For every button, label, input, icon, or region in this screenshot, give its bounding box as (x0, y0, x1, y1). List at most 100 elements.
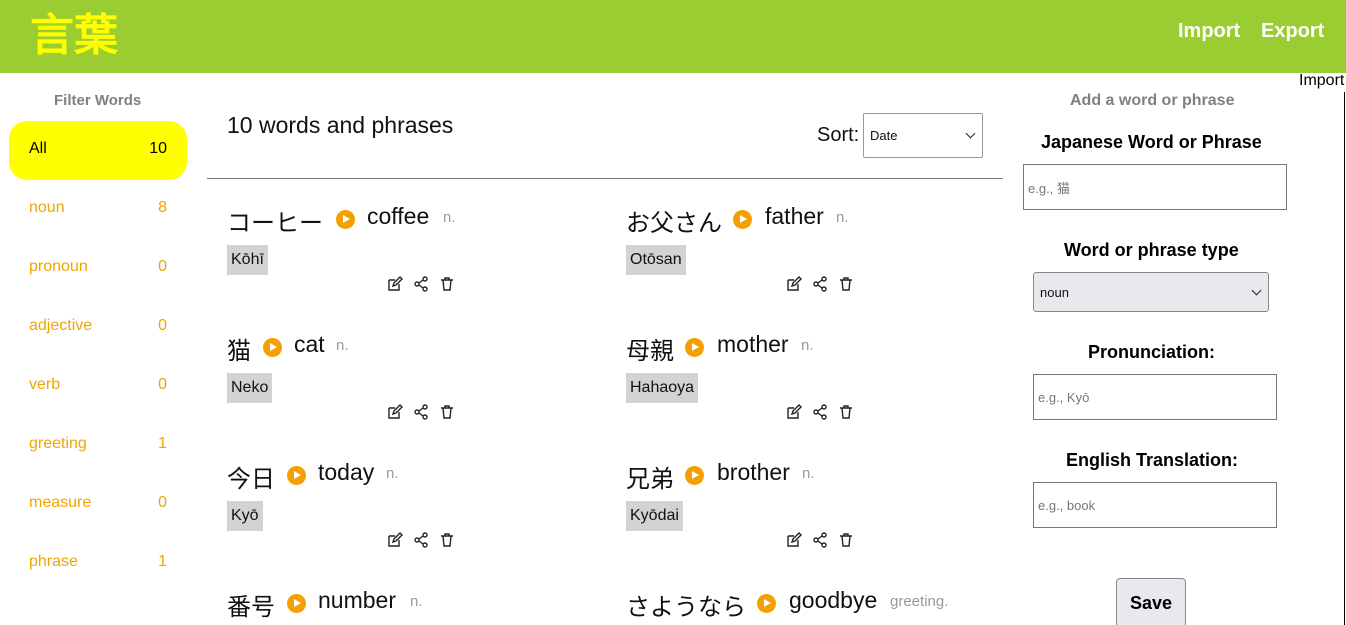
play-icon[interactable] (757, 594, 776, 613)
pronunciation-badge: Kyōdai (626, 501, 683, 531)
pronunciation-badge: Kōhī (227, 245, 268, 275)
word-card: 猫 cat n. Neko (227, 331, 617, 451)
play-icon[interactable] (263, 338, 282, 357)
filter-count: 10 (149, 140, 167, 157)
japanese-word: 兄弟 (626, 465, 674, 493)
trash-icon[interactable] (838, 532, 854, 548)
filter-item-greeting[interactable]: greeting 1 (9, 416, 187, 475)
word-type-label: Word or phrase type (1064, 240, 1239, 260)
edit-icon[interactable] (786, 276, 802, 292)
japanese-word-input[interactable]: e.g., 猫 (1023, 164, 1287, 210)
share-icon[interactable] (413, 404, 429, 420)
filter-title: Filter Words (54, 92, 142, 109)
trash-icon[interactable] (838, 404, 854, 420)
word-card: 母親 mother n. Hahaoya (626, 331, 1016, 451)
trash-icon[interactable] (439, 276, 455, 292)
filter-item-verb[interactable]: verb 0 (9, 357, 187, 416)
filter-label: adjective (29, 317, 93, 334)
pronunciation-input[interactable]: e.g., Kyō (1033, 374, 1277, 420)
japanese-word-label: Japanese Word or Phrase (1041, 132, 1262, 152)
edit-icon[interactable] (387, 404, 403, 420)
english-word: number (318, 587, 396, 613)
filter-item-adjective[interactable]: adjective 0 (9, 298, 187, 357)
filter-item-phrase[interactable]: phrase 1 (9, 534, 187, 593)
english-translation-input[interactable]: e.g., book (1033, 482, 1277, 528)
pronunciation-badge: Kyō (227, 501, 263, 531)
app-logo[interactable]: 言葉 (30, 10, 118, 62)
export-link[interactable]: Export (1261, 20, 1324, 43)
edit-icon[interactable] (786, 404, 802, 420)
edit-icon[interactable] (387, 276, 403, 292)
save-button[interactable]: Save (1116, 578, 1186, 625)
word-type-select[interactable]: noun (1033, 272, 1269, 312)
page-right-border (1344, 92, 1345, 625)
english-word: brother (717, 459, 790, 485)
word-type: n. (802, 465, 815, 482)
play-icon[interactable] (685, 466, 704, 485)
share-icon[interactable] (413, 276, 429, 292)
word-card: 今日 today n. Kyō (227, 459, 617, 579)
word-type: n. (443, 209, 456, 226)
word-type: greeting. (890, 593, 949, 610)
play-icon[interactable] (336, 210, 355, 229)
word-type: n. (386, 465, 399, 482)
app-header: 言葉 Import Export (0, 0, 1346, 73)
filter-count: 8 (158, 199, 167, 216)
english-word: today (318, 459, 375, 485)
word-type: n. (836, 209, 849, 226)
play-icon[interactable] (287, 594, 306, 613)
filter-count: 1 (158, 553, 167, 570)
filter-item-all[interactable]: All 10 (9, 121, 187, 180)
word-type: n. (410, 593, 423, 610)
card-actions (786, 404, 854, 420)
filter-count: 0 (158, 317, 167, 334)
import-text: Import (1299, 72, 1345, 89)
japanese-word: お父さん (626, 209, 722, 237)
trash-icon[interactable] (838, 276, 854, 292)
filter-label: noun (29, 199, 65, 216)
pronunciation-badge: Otōsan (626, 245, 686, 275)
english-word: cat (294, 331, 325, 357)
word-card: 兄弟 brother n. Kyōdai (626, 459, 1016, 579)
japanese-word: さようなら (626, 593, 746, 621)
card-actions (387, 404, 455, 420)
english-word: coffee (367, 203, 430, 229)
chevron-down-icon (965, 128, 976, 139)
english-word: father (765, 203, 824, 229)
card-actions (387, 276, 455, 292)
play-icon[interactable] (287, 466, 306, 485)
card-actions (387, 532, 455, 548)
pronunciation-label: Pronunciation: (1088, 342, 1215, 362)
play-icon[interactable] (733, 210, 752, 229)
card-actions (786, 276, 854, 292)
filter-item-noun[interactable]: noun 8 (9, 180, 187, 239)
share-icon[interactable] (812, 404, 828, 420)
filter-label: All (29, 140, 47, 157)
filter-label: verb (29, 376, 61, 393)
edit-icon[interactable] (387, 532, 403, 548)
japanese-word: 母親 (626, 337, 674, 365)
filter-count: 0 (158, 376, 167, 393)
word-card: さようなら goodbye greeting. (626, 587, 1016, 625)
filter-item-measure[interactable]: measure 0 (9, 475, 187, 534)
share-icon[interactable] (812, 532, 828, 548)
japanese-word: コーヒー (227, 209, 323, 237)
japanese-word: 今日 (227, 465, 275, 493)
import-link[interactable]: Import (1178, 20, 1240, 43)
edit-icon[interactable] (786, 532, 802, 548)
filter-item-pronoun[interactable]: pronoun 0 (9, 239, 187, 298)
filter-count: 0 (158, 494, 167, 511)
word-type: n. (336, 337, 349, 354)
word-type: n. (801, 337, 814, 354)
filter-label: greeting (29, 435, 87, 452)
chevron-down-icon (1251, 285, 1262, 295)
share-icon[interactable] (812, 276, 828, 292)
sort-select[interactable]: Date (863, 113, 983, 158)
card-actions (786, 532, 854, 548)
share-icon[interactable] (413, 532, 429, 548)
play-icon[interactable] (685, 338, 704, 357)
word-card: コーヒー coffee n. Kōhī (227, 203, 617, 323)
trash-icon[interactable] (439, 532, 455, 548)
sort-label: Sort: (817, 124, 860, 146)
trash-icon[interactable] (439, 404, 455, 420)
